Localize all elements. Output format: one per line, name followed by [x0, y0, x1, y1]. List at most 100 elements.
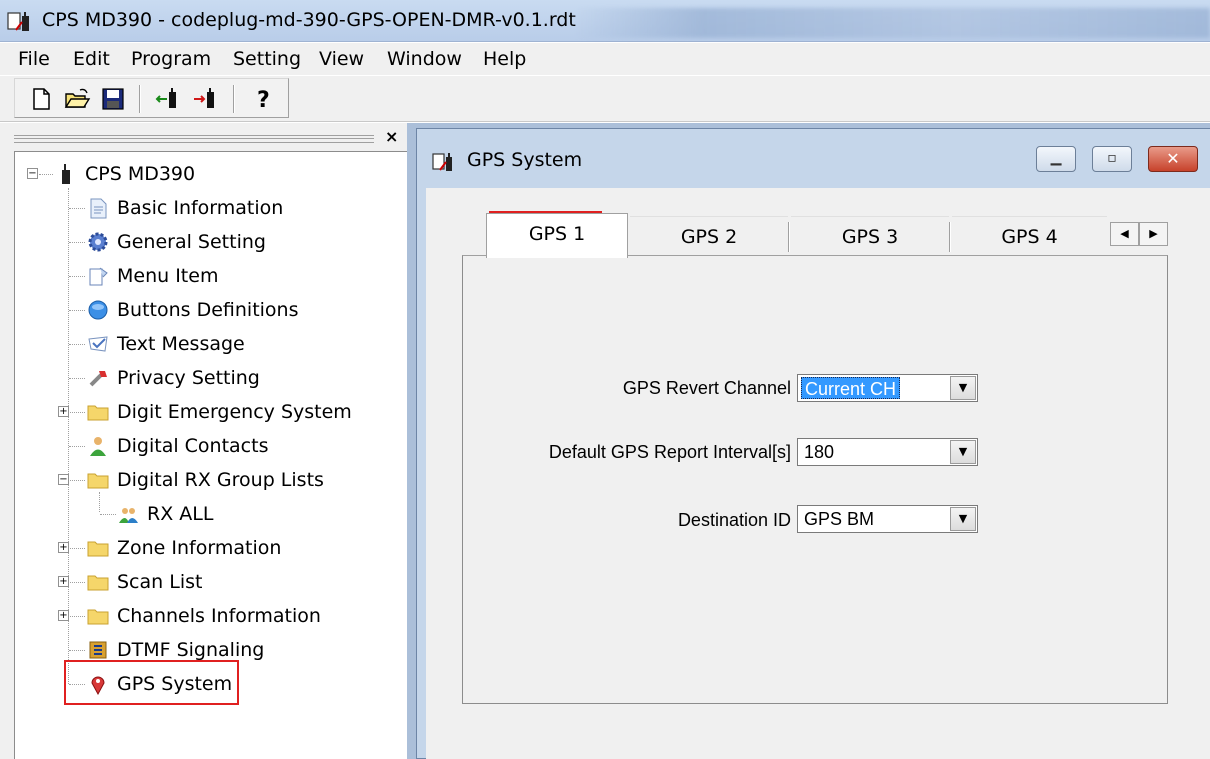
tree-item-scan-list[interactable]: Scan List — [87, 567, 202, 597]
document-icon — [90, 198, 107, 219]
root-collapse-toggle[interactable]: − — [27, 168, 38, 179]
tree-item-label: General Setting — [117, 231, 266, 253]
title-bar: CPS MD390 - codeplug-md-390-GPS-OPEN-DMR… — [0, 0, 1210, 42]
tree-item-label: Digital RX Group Lists — [117, 469, 324, 491]
tree-item-label: Scan List — [117, 571, 203, 593]
tab-scroll-arrows: ◀ ▶ — [1110, 222, 1168, 246]
tree-item-menu-item[interactable]: Menu Item — [87, 261, 218, 291]
open-folder-icon[interactable] — [63, 85, 91, 113]
menu-view[interactable]: View — [319, 48, 364, 70]
tree-item-label: Channels Information — [117, 605, 321, 627]
gps-revert-channel-select[interactable]: Current CH ▼ — [797, 374, 978, 402]
default-gps-report-interval-value: 180 — [804, 442, 835, 462]
tab-gps-3[interactable]: GPS 3 — [791, 216, 949, 256]
new-file-icon[interactable] — [27, 85, 55, 113]
restore-button[interactable]: ▫ — [1092, 146, 1132, 172]
tree-item-label: Menu Item — [117, 265, 219, 287]
toolbar-group: ? — [14, 78, 289, 118]
folder-icon — [87, 473, 109, 489]
toolbar-separator — [139, 85, 141, 113]
close-icon: ✕ — [1166, 149, 1180, 168]
globe-button-icon — [88, 300, 108, 320]
tab-divider — [788, 222, 790, 252]
tree-item-label: Zone Information — [117, 537, 282, 559]
menu-help[interactable]: Help — [483, 48, 526, 70]
menu-window[interactable]: Window — [387, 48, 462, 70]
tree-item-basic-information[interactable]: Basic Information — [87, 193, 283, 223]
tab-label: GPS 4 — [1001, 226, 1058, 248]
expand-toggle[interactable]: + — [58, 610, 69, 621]
tab-label: GPS 3 — [841, 226, 899, 248]
tree-item-general-setting[interactable]: General Setting — [87, 227, 266, 257]
tree-item-label: Buttons Definitions — [117, 299, 299, 321]
tree-item-label: Text Message — [117, 333, 245, 355]
panel-grip[interactable] — [14, 135, 374, 143]
tree-item-channels-information[interactable]: Channels Information — [87, 601, 321, 631]
tree-item-digital-contacts[interactable]: Digital Contacts — [87, 431, 268, 461]
tab-gps-4[interactable]: GPS 4 — [952, 216, 1107, 256]
expand-toggle[interactable]: + — [58, 406, 69, 417]
default-gps-report-interval-select[interactable]: 180 ▼ — [797, 438, 978, 466]
message-icon — [88, 336, 108, 352]
collapse-toggle[interactable]: − — [58, 474, 69, 485]
tab-label: GPS 2 — [680, 226, 738, 248]
tab-label: GPS 1 — [528, 223, 586, 245]
child-window-title: GPS System — [467, 149, 583, 171]
destination-id-select[interactable]: GPS BM ▼ — [797, 505, 978, 533]
tree-item-privacy-setting[interactable]: Privacy Setting — [87, 363, 260, 393]
expand-toggle[interactable]: + — [58, 542, 69, 553]
toolbar: ? — [0, 76, 1210, 122]
menu-setting[interactable]: Setting — [233, 48, 301, 70]
tree-item-text-message[interactable]: Text Message — [87, 329, 245, 359]
restore-icon: ▫ — [1107, 150, 1117, 166]
folder-icon — [87, 609, 109, 625]
menu-program[interactable]: Program — [131, 48, 211, 70]
tree-item-zone-information[interactable]: Zone Information — [87, 533, 281, 563]
window-app-icon — [432, 153, 452, 171]
tree-item-label: DTMF Signaling — [117, 639, 265, 661]
tree-root-label: CPS MD390 — [85, 163, 196, 185]
minimize-button[interactable]: ▁ — [1036, 146, 1076, 172]
read-from-radio-icon[interactable] — [153, 85, 181, 113]
dtmf-icon — [89, 641, 107, 659]
tree-item-label: Privacy Setting — [117, 367, 260, 389]
close-button[interactable]: ✕ — [1148, 146, 1198, 172]
chevron-down-icon[interactable]: ▼ — [950, 507, 976, 531]
default-gps-report-interval-label: Default GPS Report Interval[s] — [548, 442, 791, 462]
destination-id-label: Destination ID — [677, 510, 791, 530]
menu-file[interactable]: File — [18, 48, 50, 70]
chevron-down-icon[interactable]: ▼ — [950, 376, 976, 400]
menu-item-icon — [89, 267, 108, 286]
window-title: CPS MD390 - codeplug-md-390-GPS-OPEN-DMR… — [42, 9, 576, 31]
save-icon[interactable] — [99, 85, 127, 113]
group-icon — [119, 508, 138, 523]
gps-revert-channel-value: Current CH — [801, 377, 901, 399]
close-panel-icon[interactable]: × — [385, 127, 398, 146]
write-to-radio-icon[interactable] — [191, 85, 219, 113]
help-icon[interactable]: ? — [249, 85, 277, 113]
folder-icon — [87, 541, 109, 557]
tree-item-rx-all[interactable]: RX ALL — [117, 499, 213, 529]
tree-item-label: Basic Information — [117, 197, 284, 219]
minimize-icon: ▁ — [1050, 150, 1062, 166]
svg-text:?: ? — [257, 88, 270, 113]
gear-icon — [88, 232, 108, 252]
tree-item-digital-rx-group-lists[interactable]: Digital RX Group Lists — [87, 465, 324, 495]
tree-item-digit-emergency-system[interactable]: Digit Emergency System — [87, 397, 352, 427]
folder-icon — [87, 575, 109, 591]
tree-item-label: RX ALL — [147, 503, 214, 525]
destination-id-value: GPS BM — [804, 509, 875, 529]
tab-gps-1[interactable]: GPS 1 — [486, 213, 628, 258]
tree-root-cps-md390[interactable]: CPS MD390 — [55, 159, 195, 189]
tree-item-buttons-definitions[interactable]: Buttons Definitions — [87, 295, 298, 325]
expand-toggle[interactable]: + — [58, 576, 69, 587]
chevron-down-icon[interactable]: ▼ — [950, 440, 976, 464]
menu-edit[interactable]: Edit — [73, 48, 110, 70]
menu-bar: File Edit Program Setting View Window He… — [0, 43, 1210, 75]
wrench-icon — [89, 371, 107, 387]
tab-scroll-left-icon[interactable]: ◀ — [1110, 222, 1139, 246]
tab-divider — [949, 222, 951, 252]
tab-scroll-right-icon[interactable]: ▶ — [1139, 222, 1168, 246]
tab-gps-2[interactable]: GPS 2 — [630, 216, 788, 256]
toolbar-separator — [233, 85, 235, 113]
